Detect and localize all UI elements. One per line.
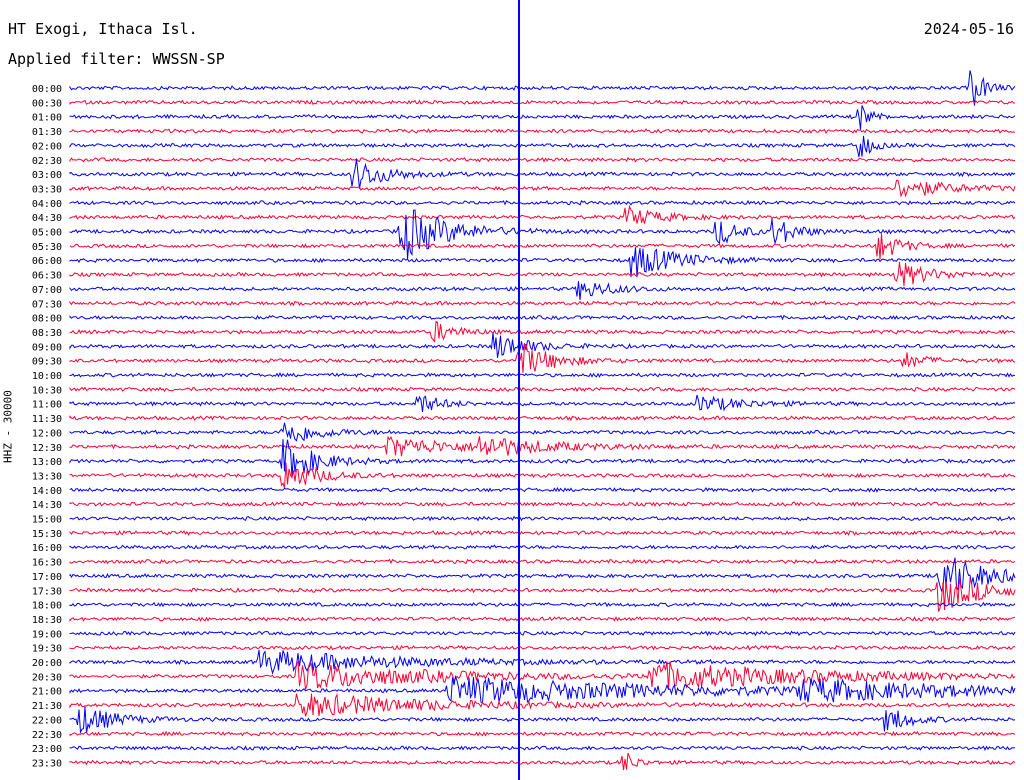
row-time-label: 09:30 (32, 357, 62, 368)
row-time-label: 15:30 (32, 529, 62, 540)
trace-row-0230 (69, 156, 1016, 163)
trace-row-1330 (69, 462, 1016, 489)
row-time-label: 20:30 (32, 672, 62, 683)
row-time-label: 15:00 (32, 515, 62, 526)
trace-row-2030 (69, 661, 1016, 690)
trace-row-0600 (69, 247, 1016, 278)
trace-row-1030 (69, 386, 1016, 393)
trace-row-0400 (69, 199, 1016, 206)
row-time-label: 20:00 (32, 658, 62, 669)
row-time-label: 19:00 (32, 629, 62, 640)
row-time-label: 06:00 (32, 256, 62, 267)
trace-row-2100 (69, 674, 1016, 704)
trace-row-1300 (69, 439, 1016, 478)
row-time-label: 11:00 (32, 400, 62, 411)
trace-row-1430 (69, 501, 1016, 507)
trace-row-0030 (69, 99, 1016, 106)
trace-row-2300 (69, 745, 1016, 751)
trace-row-0830 (69, 320, 1015, 343)
row-time-label: 04:30 (32, 213, 62, 224)
row-time-label: 09:00 (32, 342, 62, 353)
trace-row-2330 (69, 752, 1016, 771)
row-time-label: 23:30 (32, 758, 62, 769)
trace-row-1600 (69, 544, 1016, 550)
row-time-label: 11:30 (32, 414, 62, 425)
trace-row-0000 (69, 70, 1016, 106)
row-time-label: 03:00 (32, 170, 62, 181)
row-time-label: 18:00 (32, 601, 62, 612)
row-time-label: 22:30 (32, 730, 62, 741)
row-time-label: 00:30 (32, 98, 62, 109)
row-time-label: 07:00 (32, 285, 62, 296)
trace-row-1800 (69, 601, 1016, 608)
trace-row-1500 (69, 515, 1016, 522)
row-time-label: 08:00 (32, 314, 62, 325)
row-time-label: 07:30 (32, 299, 62, 310)
trace-row-1000 (69, 372, 1016, 378)
trace-row-0100 (69, 105, 1016, 130)
trace-row-0930 (69, 343, 1016, 373)
trace-row-0800 (69, 314, 1016, 321)
row-time-label: 03:30 (32, 184, 62, 195)
trace-row-0300 (69, 159, 1016, 189)
row-time-label: 02:00 (32, 141, 62, 152)
trace-row-1530 (69, 529, 1016, 536)
row-time-label: 19:30 (32, 644, 62, 655)
row-time-label: 08:30 (32, 328, 62, 339)
row-time-label: 05:30 (32, 242, 62, 253)
row-time-label: 04:00 (32, 199, 62, 210)
trace-row-0730 (69, 300, 1016, 307)
row-time-label: 14:00 (32, 486, 62, 497)
trace-row-1230 (69, 435, 1016, 457)
row-time-label: 21:00 (32, 687, 62, 698)
trace-row-1700 (69, 557, 1016, 592)
row-time-label: 12:30 (32, 443, 62, 454)
row-time-label: 23:00 (32, 744, 62, 755)
row-time-label: 16:00 (32, 543, 62, 554)
trace-row-0700 (69, 281, 1016, 301)
row-time-label: 00:00 (32, 84, 62, 95)
trace-row-1100 (69, 394, 1016, 413)
row-time-label: 01:30 (32, 127, 62, 138)
row-time-label: 10:00 (32, 371, 62, 382)
trace-row-1130 (69, 415, 1016, 422)
trace-row-1630 (69, 558, 1016, 565)
row-time-label: 05:00 (32, 228, 62, 239)
row-time-label: 01:00 (32, 113, 62, 124)
row-time-label: 17:00 (32, 572, 62, 583)
trace-row-1400 (69, 486, 1016, 493)
row-time-label: 18:30 (32, 615, 62, 626)
seismogram-plot: 00:00 00:30 01:00 01:30 02:00 02:30 03:00 03:30… (32, 0, 1016, 780)
trace-row-2200 (69, 706, 1016, 735)
row-time-label: 06:30 (32, 271, 62, 282)
row-time-label: 16:30 (32, 558, 62, 569)
trace-row-1830 (69, 616, 1016, 622)
row-time-label: 12:00 (32, 428, 62, 439)
trace-row-0530 (69, 233, 1016, 260)
row-time-label: 02:30 (32, 156, 62, 167)
trace-row-0430 (69, 204, 1016, 224)
trace-row-0330 (69, 179, 1016, 198)
trace-row-1900 (69, 630, 1016, 637)
row-time-label: 17:30 (32, 586, 62, 597)
trace-row-2230 (69, 730, 1016, 737)
trace-row-0200 (69, 135, 1016, 158)
trace-row-1930 (69, 644, 1016, 651)
trace-row-2000 (69, 649, 1016, 675)
row-time-label: 10:30 (32, 385, 62, 396)
row-time-label: 14:30 (32, 500, 62, 511)
row-time-label: 13:30 (32, 471, 62, 482)
trace-row-0130 (69, 128, 1016, 134)
trace-row-1200 (69, 422, 1016, 442)
trace-row-1730 (69, 576, 1016, 612)
row-time-label: 22:00 (32, 715, 62, 726)
row-time-label: 21:30 (32, 701, 62, 712)
row-time-label: 13:00 (32, 457, 62, 468)
trace-row-0900 (69, 332, 1016, 358)
trace-row-0630 (69, 261, 1016, 286)
